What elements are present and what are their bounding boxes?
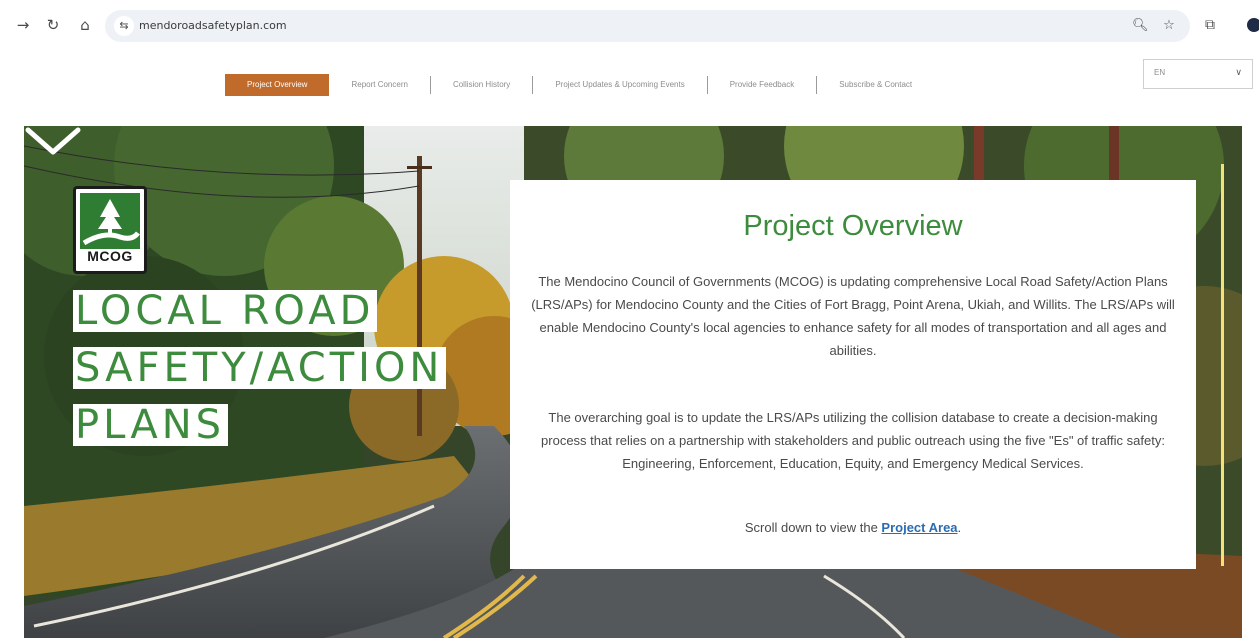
- chevron-down-icon[interactable]: [24, 126, 82, 156]
- site-navigation: Project Overview Report Concern Collisio…: [225, 74, 934, 96]
- nav-provide-feedback[interactable]: Provide Feedback: [708, 74, 816, 96]
- hero-title-line-3: PLANS: [73, 404, 228, 446]
- hero-title-line-2: SAFETY/ACTION: [73, 347, 447, 389]
- tree-road-icon: [80, 193, 140, 249]
- language-value: EN: [1154, 68, 1166, 77]
- nav-project-updates[interactable]: Project Updates & Upcoming Events: [533, 74, 706, 96]
- reload-icon[interactable]: ↻: [44, 16, 62, 34]
- back-arrow-icon[interactable]: →: [14, 16, 32, 34]
- overview-paragraph-2: The overarching goal is to update the LR…: [541, 410, 1165, 471]
- tune-icon[interactable]: ⇆: [114, 16, 134, 36]
- puzzle-icon[interactable]: ⧉: [1202, 17, 1218, 33]
- overview-paragraph-1: The Mendocino Council of Governments (MC…: [531, 274, 1175, 358]
- profile-icon[interactable]: [1247, 18, 1259, 32]
- chevron-down-icon: ∨: [1235, 68, 1242, 78]
- logo-text: MCOG: [87, 248, 133, 264]
- mcog-logo: MCOG: [73, 186, 147, 274]
- scroll-prompt: Scroll down to view the Project Area.: [510, 520, 1196, 535]
- hero-title-line-1: LOCAL ROAD: [73, 290, 378, 332]
- hero-section: MCOG LOCAL ROAD SAFETY/ACTION PLANS Proj…: [24, 126, 1242, 638]
- project-overview-card: Project Overview The Mendocino Council o…: [510, 180, 1196, 569]
- browser-toolbar: → ↻ ⌂ ⇆ mendoroadsafetyplan.com 🔍︎ ☆ ⧉: [0, 0, 1259, 52]
- url-text[interactable]: mendoroadsafetyplan.com: [139, 19, 287, 32]
- scroll-prompt-end: .: [957, 520, 962, 535]
- nav-subscribe-contact[interactable]: Subscribe & Contact: [817, 74, 934, 96]
- language-select[interactable]: EN ∨: [1143, 59, 1253, 89]
- nav-report-concern[interactable]: Report Concern: [329, 74, 429, 96]
- address-bar[interactable]: ⇆ mendoroadsafetyplan.com 🔍︎ ☆: [105, 10, 1190, 42]
- nav-collision-history[interactable]: Collision History: [431, 74, 532, 96]
- overview-title: Project Overview: [743, 210, 963, 242]
- project-area-link[interactable]: Project Area: [881, 520, 957, 535]
- scroll-prompt-text: Scroll down to view the: [744, 520, 882, 535]
- star-icon[interactable]: ☆: [1161, 18, 1177, 34]
- nav-project-overview[interactable]: Project Overview: [225, 74, 330, 96]
- home-icon[interactable]: ⌂: [76, 16, 94, 34]
- scroll-indicator: [1221, 164, 1224, 566]
- zoom-icon[interactable]: 🔍︎: [1132, 18, 1149, 34]
